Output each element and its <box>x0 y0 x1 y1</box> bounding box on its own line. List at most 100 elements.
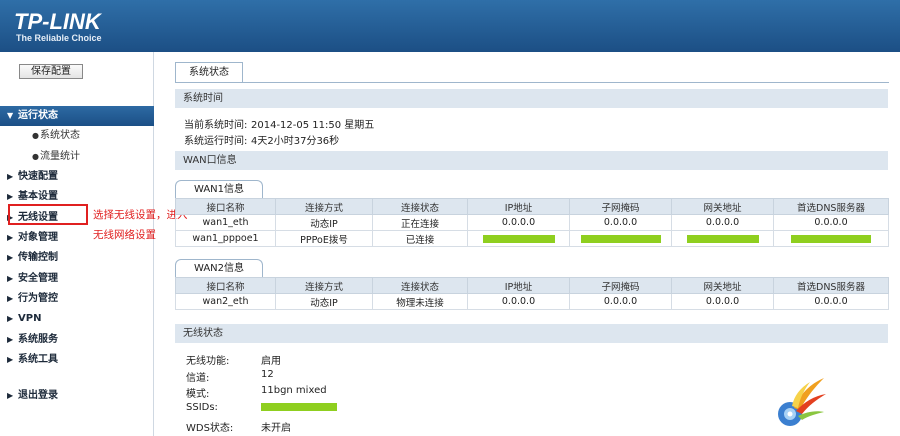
table-cell: wan1_pppoe1 <box>175 230 276 247</box>
tab-wan2[interactable]: WAN2信息 <box>175 259 263 277</box>
sidebar-item-label: 流量统计 <box>40 151 80 162</box>
sidebar-item-label: 对象管理 <box>18 232 58 243</box>
redaction-mark <box>791 234 871 243</box>
column-header: 连接方式 <box>275 198 373 215</box>
redaction-mark <box>482 234 555 243</box>
table-cell: PPPoE拨号 <box>275 230 373 247</box>
sidebar-subitem-system-status[interactable]: ● 系统状态 <box>0 126 154 146</box>
table-cell: wan2_eth <box>175 293 276 310</box>
sidebar-item-security[interactable]: ▶ 安全管理 <box>0 269 154 289</box>
table-header-row: 接口名称 连接方式 连接状态 IP地址 子网掩码 网关地址 首选DNS服务器 <box>175 198 889 215</box>
slogan: The Reliable Choice <box>16 33 102 43</box>
current-time-label: 当前系统时间: <box>184 120 248 131</box>
mode-value: 11bgn mixed <box>261 385 327 396</box>
table-cell: 0.0.0.0 <box>467 293 570 310</box>
sidebar-item-label: 行为管控 <box>18 293 58 304</box>
sidebar-item-label: 安全管理 <box>18 273 58 284</box>
sidebar-item-behavior[interactable]: ▶ 行为管控 <box>0 289 154 309</box>
sidebar-item-transmission[interactable]: ▶ 传输控制 <box>0 248 154 268</box>
caret-right-icon: ▶ <box>7 314 14 323</box>
tab-divider <box>175 82 889 83</box>
sidebar-item-services[interactable]: ▶ 系统服务 <box>0 330 154 350</box>
table-cell: 0.0.0.0 <box>773 214 889 231</box>
column-header: 首选DNS服务器 <box>773 277 889 294</box>
wireless-status-header: 无线状态 <box>175 324 888 343</box>
wireless-highlight-box <box>8 204 88 225</box>
table-cell: 0.0.0.0 <box>569 214 672 231</box>
bullet-icon: ● <box>32 131 39 140</box>
wireless-function-value: 启用 <box>261 356 281 367</box>
wan1-table: 接口名称 连接方式 连接状态 IP地址 子网掩码 网关地址 首选DNS服务器 w… <box>175 198 889 247</box>
system-time-header: 系统时间 <box>175 89 888 108</box>
table-cell: 0.0.0.0 <box>773 293 889 310</box>
sidebar-item-label: VPN <box>18 313 42 324</box>
sidebar-subitem-traffic[interactable]: ● 流量统计 <box>0 147 154 167</box>
sidebar-item-logout[interactable]: ▶ 退出登录 <box>0 386 154 406</box>
caret-right-icon: ▶ <box>7 391 14 400</box>
column-header: IP地址 <box>467 198 570 215</box>
redacted-mask-cell <box>569 230 672 247</box>
column-header: 接口名称 <box>175 277 276 294</box>
watermark-logo-icon <box>778 378 826 426</box>
caret-down-icon: ▼ <box>7 111 14 120</box>
table-cell: 动态IP <box>275 293 373 310</box>
caret-right-icon: ▶ <box>7 172 14 181</box>
table-cell: wan1_eth <box>175 214 276 231</box>
redaction-mark <box>580 234 661 243</box>
column-header: 子网掩码 <box>569 277 672 294</box>
column-header: IP地址 <box>467 277 570 294</box>
table-row: wan1_pppoe1 PPPoE拨号 已连接 <box>175 230 889 247</box>
caret-right-icon: ▶ <box>7 355 14 364</box>
wan2-table: 接口名称 连接方式 连接状态 IP地址 子网掩码 网关地址 首选DNS服务器 w… <box>175 277 889 310</box>
sidebar-item-label: 系统工具 <box>18 354 58 365</box>
sidebar-item-quick-setup[interactable]: ▶ 快速配置 <box>0 167 154 187</box>
tab-system-status[interactable]: 系统状态 <box>175 62 243 83</box>
ssids-label: SSIDs: <box>186 402 218 413</box>
sidebar-item-label: 基本设置 <box>18 191 58 202</box>
table-header-row: 接口名称 连接方式 连接状态 IP地址 子网掩码 网关地址 首选DNS服务器 <box>175 277 889 294</box>
redacted-gateway-cell <box>671 230 774 247</box>
column-header: 连接状态 <box>372 277 468 294</box>
table-row: wan1_eth 动态IP 正在连接 0.0.0.0 0.0.0.0 0.0.0… <box>175 214 889 231</box>
column-header: 连接方式 <box>275 277 373 294</box>
sidebar-item-label: 系统服务 <box>18 334 58 345</box>
table-cell: 动态IP <box>275 214 373 231</box>
redacted-ssid <box>261 403 337 411</box>
sidebar: 保存配置 ▼ 运行状态 ● 系统状态 ● 流量统计 ▶ 快速配置 ▶ 基本设置 ▶ 无线设置… <box>0 52 154 436</box>
current-time-value: 2014-12-05 11:50 星期五 <box>251 120 375 131</box>
sidebar-item-vpn[interactable]: ▶ VPN <box>0 309 154 329</box>
sidebar-item-label: 快速配置 <box>18 171 58 182</box>
tp-link-logo: TP-LINK <box>14 9 101 34</box>
top-banner: TP-LINK The Reliable Choice <box>0 0 900 52</box>
table-cell: 正在连接 <box>372 214 468 231</box>
sidebar-item-status[interactable]: ▼ 运行状态 <box>0 106 154 126</box>
uptime-label: 系统运行时间: <box>184 136 248 147</box>
caret-right-icon: ▶ <box>7 335 14 344</box>
wireless-function-label: 无线功能: <box>186 356 230 367</box>
redaction-mark <box>686 234 759 243</box>
wan-info-header: WAN口信息 <box>175 151 888 170</box>
table-cell: 物理未连接 <box>372 293 468 310</box>
table-cell: 已连接 <box>372 230 468 247</box>
wds-value: 未开启 <box>261 423 291 434</box>
channel-value: 12 <box>261 369 274 380</box>
redacted-ip-cell <box>467 230 570 247</box>
annotation-line-1: 选择无线设置，进入 <box>93 209 188 221</box>
annotation-line-2: 无线网络设置 <box>93 229 156 241</box>
save-config-button[interactable]: 保存配置 <box>19 64 83 79</box>
channel-label: 信道: <box>186 373 210 384</box>
sidebar-item-label: 退出登录 <box>18 390 58 401</box>
sidebar-item-tools[interactable]: ▶ 系统工具 <box>0 350 154 370</box>
table-cell: 0.0.0.0 <box>569 293 672 310</box>
tab-wan1[interactable]: WAN1信息 <box>175 180 263 198</box>
caret-right-icon: ▶ <box>7 274 14 283</box>
table-cell: 0.0.0.0 <box>671 214 774 231</box>
redacted-dns-cell <box>773 230 889 247</box>
column-header: 子网掩码 <box>569 198 672 215</box>
column-header: 网关地址 <box>671 277 774 294</box>
caret-right-icon: ▶ <box>7 294 14 303</box>
table-cell: 0.0.0.0 <box>671 293 774 310</box>
mode-label: 模式: <box>186 389 210 400</box>
uptime-value: 4天2小时37分36秒 <box>251 136 340 147</box>
sidebar-item-label: 传输控制 <box>18 252 58 263</box>
